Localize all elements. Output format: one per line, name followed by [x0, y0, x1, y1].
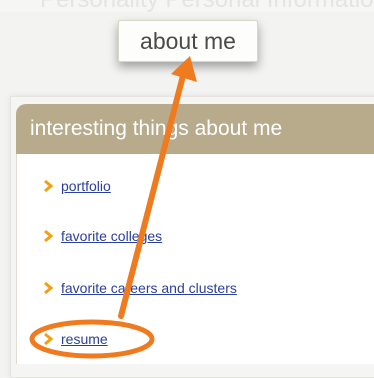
list-item-favorite-careers: favorite careers and clusters — [42, 280, 237, 296]
chevron-right-icon — [44, 179, 54, 193]
panel-title: interesting things about me — [16, 104, 374, 154]
chevron-right-icon — [44, 229, 54, 243]
list-item-favorite-colleges: favorite colleges — [42, 228, 162, 244]
favorite-careers-link[interactable]: favorite careers and clusters — [61, 280, 237, 296]
clipped-heading: Personality Personal Information — [40, 0, 374, 13]
chevron-right-icon — [44, 332, 54, 346]
resume-link[interactable]: resume — [61, 331, 108, 347]
list-item-resume: resume — [42, 331, 108, 347]
chevron-right-icon — [44, 281, 54, 295]
favorite-colleges-link[interactable]: favorite colleges — [61, 228, 162, 244]
portfolio-link[interactable]: portfolio — [61, 178, 111, 194]
list-item-portfolio: portfolio — [42, 178, 111, 194]
top-strip: Personality Personal Information — [0, 0, 374, 13]
about-me-button[interactable]: about me — [118, 20, 258, 62]
